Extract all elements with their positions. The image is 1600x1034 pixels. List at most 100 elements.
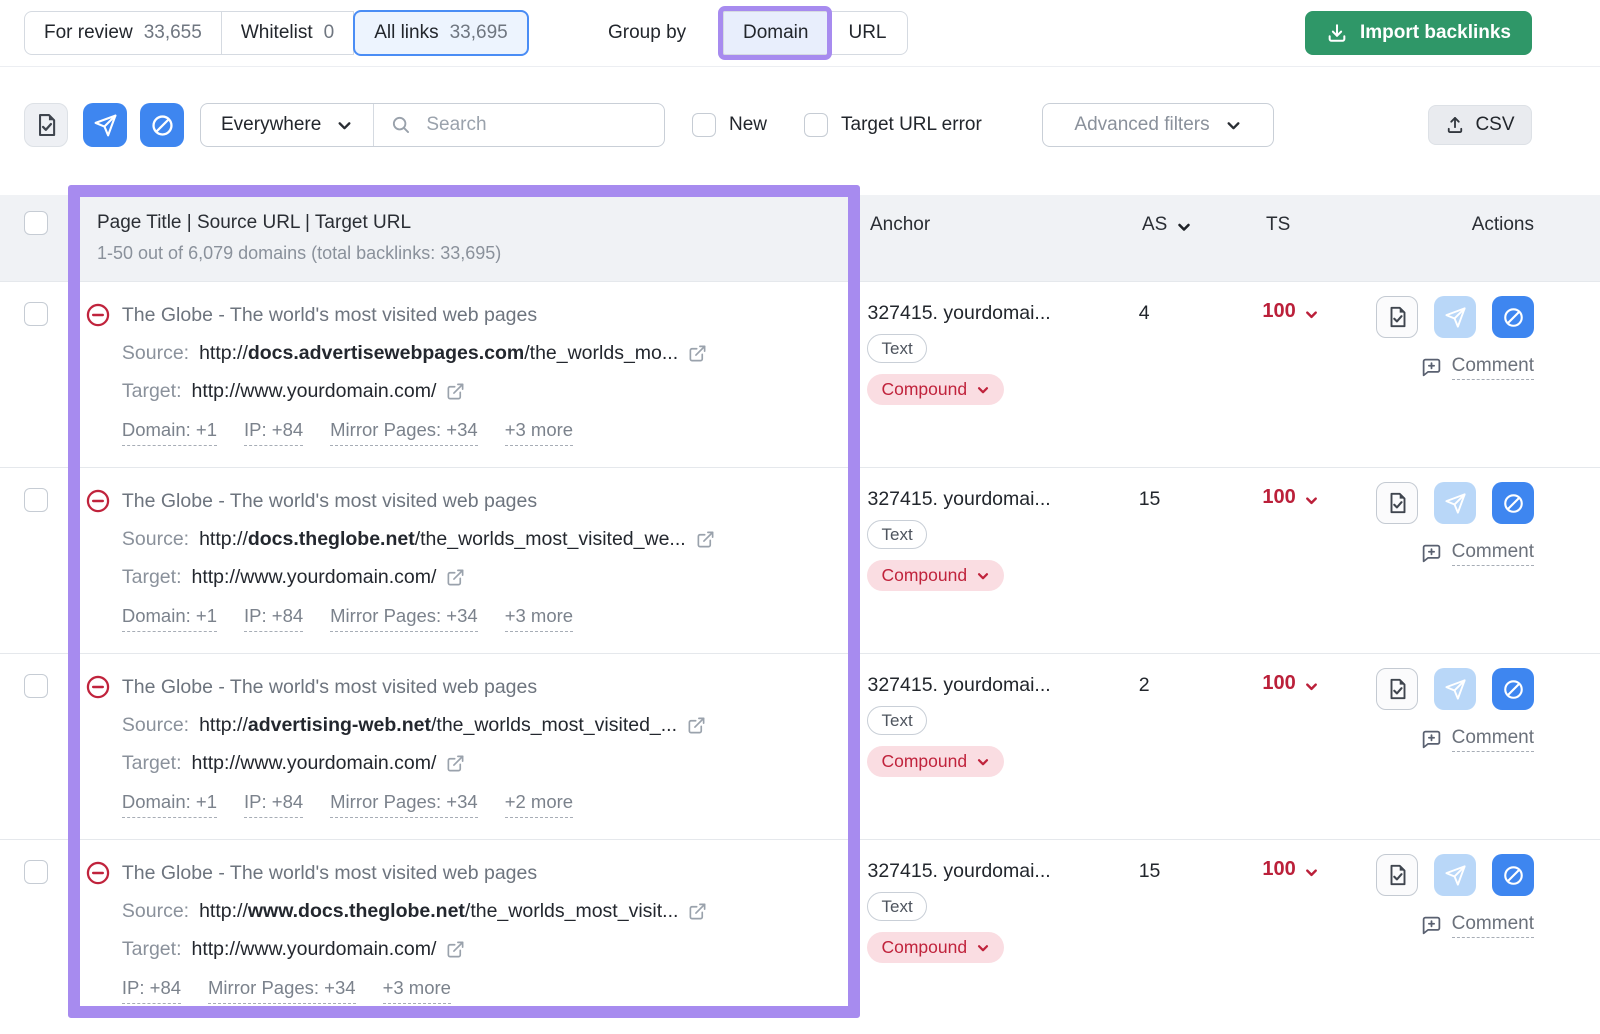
- external-link-icon[interactable]: [446, 754, 465, 773]
- group-by-label: Group by: [608, 0, 686, 66]
- ts-chevron-down-icon[interactable]: [1304, 679, 1319, 694]
- external-link-icon[interactable]: [687, 716, 706, 735]
- comment-button[interactable]: Comment: [1421, 727, 1534, 752]
- target-url-error-label: Target URL error: [841, 114, 982, 136]
- external-link-icon[interactable]: [688, 344, 707, 363]
- page-title: The Globe - The world's most visited web…: [122, 488, 537, 514]
- row-disavow-list-button[interactable]: [1376, 668, 1418, 710]
- compound-dropdown[interactable]: Compound: [867, 374, 1004, 405]
- search-input[interactable]: [424, 113, 648, 137]
- csv-label: CSV: [1475, 114, 1514, 136]
- row-block-button[interactable]: [1492, 482, 1534, 524]
- ts-chevron-down-icon[interactable]: [1304, 493, 1319, 508]
- chevron-down-icon: [976, 569, 990, 583]
- table-row: The Globe - The world's most visited web…: [0, 653, 1600, 839]
- tab-whitelist[interactable]: Whitelist 0: [222, 11, 354, 55]
- target-label: Target:: [122, 750, 182, 776]
- column-header-anchor: Anchor: [860, 195, 1130, 281]
- new-checkbox[interactable]: [692, 113, 716, 137]
- comment-label: Comment: [1452, 541, 1534, 566]
- related-counts-links: Domain: +1 IP: +84 Mirror Pages: +34 +3 mor…: [122, 604, 858, 632]
- count-filter-link[interactable]: +3 more: [505, 604, 573, 632]
- table-row: The Globe - The world's most visited web…: [0, 839, 1600, 1025]
- count-filter-link[interactable]: +3 more: [383, 976, 451, 1004]
- row-move-to-review-button[interactable]: [1434, 296, 1476, 338]
- row-move-to-review-button[interactable]: [1434, 854, 1476, 896]
- count-filter-link[interactable]: Domain: +1: [122, 604, 217, 632]
- import-backlinks-button[interactable]: Import backlinks: [1305, 11, 1532, 55]
- row-move-to-review-button[interactable]: [1434, 668, 1476, 710]
- new-filter[interactable]: New: [692, 103, 767, 147]
- disavow-minus-icon: [85, 674, 111, 700]
- import-backlinks-label: Import backlinks: [1360, 22, 1511, 44]
- count-filter-link[interactable]: IP: +84: [122, 976, 181, 1004]
- row-checkbox[interactable]: [24, 674, 48, 698]
- count-filter-link[interactable]: Domain: +1: [122, 790, 217, 818]
- count-filter-link[interactable]: +3 more: [505, 418, 573, 446]
- export-csv-button[interactable]: CSV: [1428, 105, 1532, 145]
- column-header-as-sort[interactable]: AS: [1130, 195, 1260, 281]
- comment-icon: [1421, 729, 1442, 750]
- table-row: The Globe - The world's most visited web…: [0, 281, 1600, 467]
- row-block-button[interactable]: [1492, 296, 1534, 338]
- tab-all-links[interactable]: All links 33,695: [353, 10, 529, 56]
- comment-button[interactable]: Comment: [1421, 913, 1534, 938]
- ts-chevron-down-icon[interactable]: [1304, 865, 1319, 880]
- row-checkbox[interactable]: [24, 860, 48, 884]
- row-disavow-list-button[interactable]: [1376, 482, 1418, 524]
- count-filter-link[interactable]: IP: +84: [244, 418, 303, 446]
- scope-dropdown[interactable]: Everywhere: [201, 104, 374, 146]
- count-filter-link[interactable]: Mirror Pages: +34: [208, 976, 356, 1004]
- count-filter-link[interactable]: Mirror Pages: +34: [330, 790, 478, 818]
- chevron-down-icon: [976, 383, 990, 397]
- comment-button[interactable]: Comment: [1421, 541, 1534, 566]
- row-disavow-list-button[interactable]: [1376, 854, 1418, 896]
- advanced-filters-dropdown[interactable]: Advanced filters: [1042, 103, 1274, 147]
- row-disavow-list-button[interactable]: [1376, 296, 1418, 338]
- related-counts-links: Domain: +1 IP: +84 Mirror Pages: +34 +2 mor…: [122, 790, 858, 818]
- external-link-icon[interactable]: [446, 568, 465, 587]
- related-counts-links: Domain: +1 IP: +84 Mirror Pages: +34 +3 mor…: [122, 418, 858, 446]
- comment-button[interactable]: Comment: [1421, 355, 1534, 380]
- group-by-url-label: URL: [848, 22, 886, 44]
- select-all-checkbox[interactable]: [24, 211, 48, 235]
- source-label: Source:: [122, 712, 189, 738]
- link-status-tabs: For review 33,655 Whitelist 0 All links …: [24, 11, 528, 55]
- external-link-icon[interactable]: [696, 530, 715, 549]
- group-by-domain-button[interactable]: Domain: [723, 11, 827, 55]
- move-to-review-button[interactable]: [83, 103, 127, 147]
- external-link-icon[interactable]: [446, 382, 465, 401]
- row-block-button[interactable]: [1492, 854, 1534, 896]
- comment-icon: [1421, 915, 1442, 936]
- comment-icon: [1421, 357, 1442, 378]
- count-filter-link[interactable]: +2 more: [505, 790, 573, 818]
- count-filter-link[interactable]: Mirror Pages: +34: [330, 604, 478, 632]
- count-filter-link[interactable]: IP: +84: [244, 790, 303, 818]
- chevron-down-icon: [976, 941, 990, 955]
- compound-dropdown[interactable]: Compound: [867, 932, 1004, 963]
- compound-dropdown[interactable]: Compound: [867, 746, 1004, 777]
- target-url-error-filter[interactable]: Target URL error: [804, 103, 982, 147]
- row-move-to-review-button[interactable]: [1434, 482, 1476, 524]
- tab-for-review[interactable]: For review 33,655: [24, 11, 222, 55]
- row-checkbox[interactable]: [24, 488, 48, 512]
- external-link-icon[interactable]: [446, 940, 465, 959]
- row-block-button[interactable]: [1492, 668, 1534, 710]
- anchor-text: 327415. yourdomai...: [867, 674, 1126, 697]
- download-icon: [1326, 22, 1348, 44]
- ts-chevron-down-icon[interactable]: [1304, 307, 1319, 322]
- external-link-icon[interactable]: [688, 902, 707, 921]
- target-url: http://www.yourdomain.com/: [192, 378, 437, 404]
- comment-label: Comment: [1452, 727, 1534, 752]
- target-url-error-checkbox[interactable]: [804, 113, 828, 137]
- count-filter-link[interactable]: Domain: +1: [122, 418, 217, 446]
- advanced-filters-label: Advanced filters: [1074, 114, 1209, 136]
- block-button[interactable]: [140, 103, 184, 147]
- compound-dropdown[interactable]: Compound: [867, 560, 1004, 591]
- count-filter-link[interactable]: Mirror Pages: +34: [330, 418, 478, 446]
- group-by-url-button[interactable]: URL: [827, 11, 907, 55]
- row-checkbox[interactable]: [24, 302, 48, 326]
- disavow-list-button[interactable]: [24, 103, 68, 147]
- count-filter-link[interactable]: IP: +84: [244, 604, 303, 632]
- page-title: The Globe - The world's most visited web…: [122, 674, 537, 700]
